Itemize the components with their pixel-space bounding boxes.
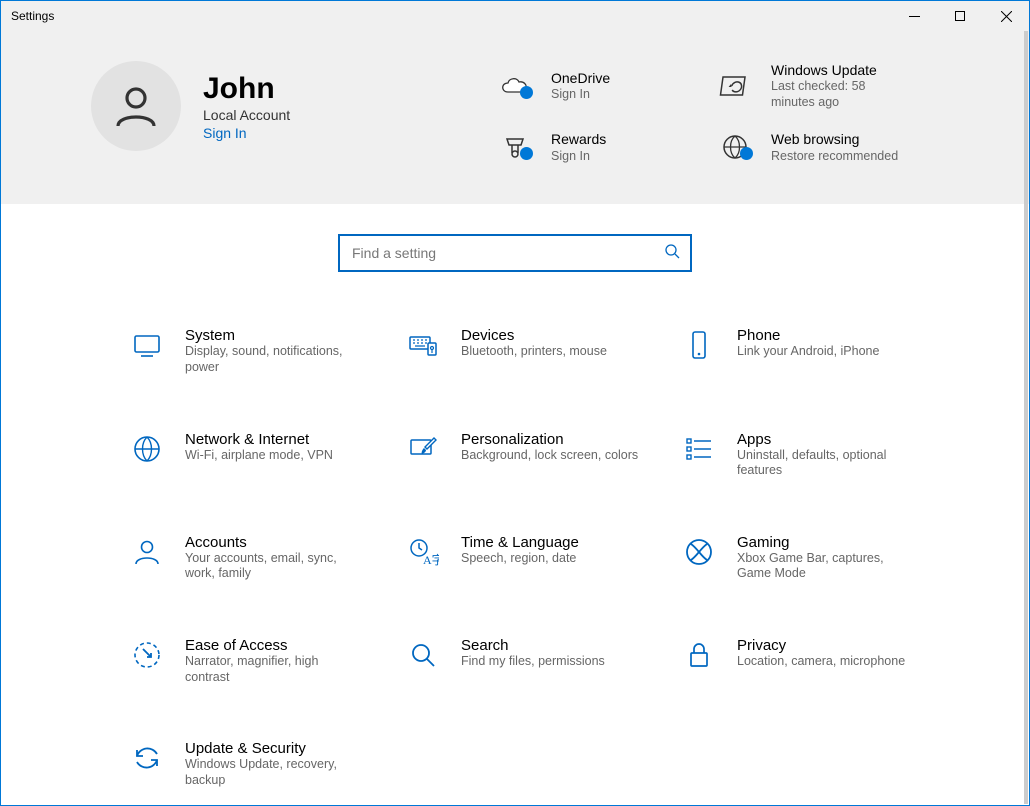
tile-title: Web browsing [771,130,898,148]
cat-title: Apps [737,431,917,448]
cat-sub: Background, lock screen, colors [461,448,638,464]
cat-time-language[interactable]: A字 Time & Language Speech, region, date [407,534,643,582]
tile-onedrive[interactable]: OneDrive Sign In [491,61,711,110]
list-icon [683,433,719,470]
cat-title: Update & Security [185,740,365,757]
cat-sub: Display, sound, notifications, power [185,344,365,375]
status-dot-icon [520,147,533,160]
phone-icon [683,329,719,366]
cat-system[interactable]: System Display, sound, notifications, po… [131,327,367,375]
header-tiles: OneDrive Sign In Windows Update Last che… [491,61,931,164]
avatar [91,61,181,151]
cat-search[interactable]: Search Find my files, permissions [407,637,643,685]
cat-title: Devices [461,327,607,344]
cat-ease-of-access[interactable]: Ease of Access Narrator, magnifier, high… [131,637,367,685]
search-icon [407,639,443,676]
globe-icon [711,131,759,163]
cat-sub: Wi-Fi, airplane mode, VPN [185,448,333,464]
status-dot-icon [740,147,753,160]
minimize-button[interactable] [891,1,937,31]
cat-sub: Uninstall, defaults, optional features [737,448,917,479]
cat-title: Gaming [737,534,917,551]
cat-title: Network & Internet [185,431,333,448]
cat-privacy[interactable]: Privacy Location, camera, microphone [683,637,919,685]
cat-sub: Link your Android, iPhone [737,344,879,360]
sync-icon [131,742,167,779]
person-icon [112,82,160,130]
cat-update-security[interactable]: Update & Security Windows Update, recove… [131,740,367,788]
cat-title: System [185,327,365,344]
user-name: John [203,72,290,105]
cloud-icon [491,70,539,102]
sign-in-link[interactable]: Sign In [203,125,290,141]
cat-gaming[interactable]: Gaming Xbox Game Bar, captures, Game Mod… [683,534,919,582]
tile-rewards[interactable]: Rewards Sign In [491,130,711,164]
cat-title: Privacy [737,637,905,654]
brush-icon [407,433,443,470]
tile-sub: Restore recommended [771,149,898,165]
user-block[interactable]: John Local Account Sign In [91,61,471,151]
globe-icon [131,433,167,470]
close-icon [1001,11,1012,22]
time-language-icon: A字 [407,536,443,573]
tile-windows-update[interactable]: Windows Update Last checked: 58 minutes … [711,61,931,110]
cat-title: Accounts [185,534,365,551]
minimize-icon [909,11,920,22]
cat-title: Ease of Access [185,637,365,654]
cat-sub: Xbox Game Bar, captures, Game Mode [737,551,917,582]
tile-sub: Sign In [551,149,606,165]
user-account-type: Local Account [203,107,290,123]
svg-text:A字: A字 [423,552,439,567]
search-input[interactable] [350,244,664,262]
lock-icon [683,639,719,676]
cat-apps[interactable]: Apps Uninstall, defaults, optional featu… [683,431,919,479]
cat-sub: Find my files, permissions [461,654,605,670]
scrollbar[interactable] [1024,31,1028,804]
cat-sub: Location, camera, microphone [737,654,905,670]
cat-personalization[interactable]: Personalization Background, lock screen,… [407,431,643,479]
account-header: John Local Account Sign In OneDrive Sign… [1,31,1029,204]
update-icon [711,70,759,102]
rewards-icon [491,131,539,163]
cat-network[interactable]: Network & Internet Wi-Fi, airplane mode,… [131,431,367,479]
cat-sub: Narrator, magnifier, high contrast [185,654,365,685]
tile-title: Rewards [551,130,606,148]
cat-title: Phone [737,327,879,344]
tile-sub: Sign In [551,87,610,103]
categories-grid: System Display, sound, notifications, po… [1,287,1029,788]
xbox-icon [683,536,719,573]
cat-sub: Your accounts, email, sync, work, family [185,551,365,582]
close-button[interactable] [983,1,1029,31]
cat-sub: Windows Update, recovery, backup [185,757,365,788]
tile-title: Windows Update [771,61,911,79]
cat-sub: Speech, region, date [461,551,579,567]
tile-title: OneDrive [551,69,610,87]
window-title: Settings [1,9,54,23]
keyboard-icon [407,329,443,366]
tile-sub: Last checked: 58 minutes ago [771,79,911,110]
cat-phone[interactable]: Phone Link your Android, iPhone [683,327,919,375]
maximize-button[interactable] [937,1,983,31]
cat-accounts[interactable]: Accounts Your accounts, email, sync, wor… [131,534,367,582]
cat-title: Time & Language [461,534,579,551]
tile-web-browsing[interactable]: Web browsing Restore recommended [711,130,931,164]
accessibility-icon [131,639,167,676]
titlebar: Settings [1,1,1029,31]
cat-sub: Bluetooth, printers, mouse [461,344,607,360]
cat-title: Personalization [461,431,638,448]
cat-title: Search [461,637,605,654]
maximize-icon [955,11,966,22]
window-controls [891,1,1029,31]
search-box[interactable] [338,234,692,272]
search-icon [664,243,680,264]
person-icon [131,536,167,573]
cat-devices[interactable]: Devices Bluetooth, printers, mouse [407,327,643,375]
status-dot-icon [520,86,533,99]
display-icon [131,329,167,366]
